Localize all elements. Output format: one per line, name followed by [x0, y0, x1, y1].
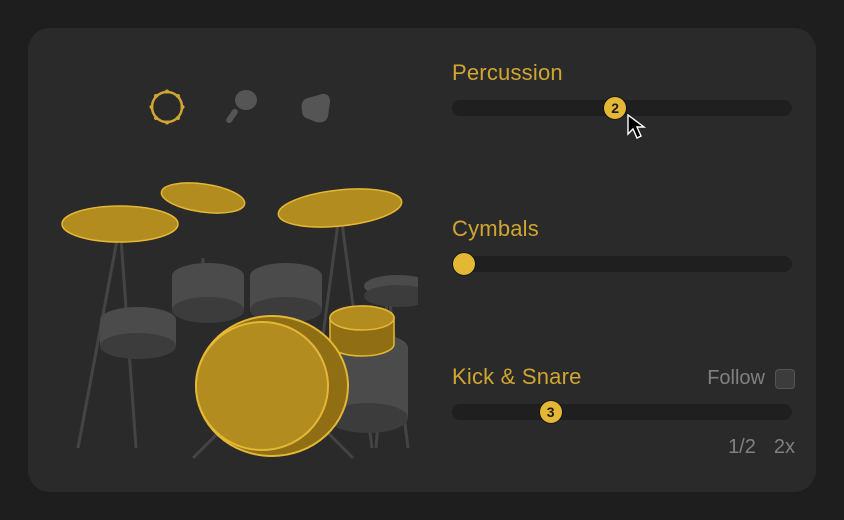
kick-snare-slider[interactable]: 3: [452, 404, 792, 420]
cymbals-slider-thumb[interactable]: [453, 253, 475, 275]
kick-snare-slider-badge: 3: [540, 401, 562, 423]
percussion-slider-badge: 2: [604, 97, 626, 119]
cymbals-label: Cymbals: [452, 216, 795, 242]
follow-label: Follow: [707, 367, 765, 390]
percussion-icon-row: [146, 86, 336, 128]
percussion-label: Percussion: [452, 60, 795, 86]
follow-group: Follow: [707, 367, 795, 390]
shaker-icon[interactable]: [220, 86, 262, 128]
kick-snare-slider-thumb[interactable]: 3: [540, 401, 562, 423]
follow-checkbox[interactable]: [775, 369, 795, 389]
kick-snare-label: Kick & Snare: [452, 364, 582, 390]
percussion-slider[interactable]: 2: [452, 100, 792, 116]
rate-half[interactable]: 1/2: [728, 436, 756, 459]
clap-icon[interactable]: [294, 86, 336, 128]
tambourine-icon[interactable]: [146, 86, 188, 128]
drummer-panel: Percussion 2 Cymbals Kick & Snare Follow…: [28, 28, 816, 492]
rate-double[interactable]: 2x: [774, 436, 795, 459]
rate-row: 1/2 2x: [452, 436, 795, 459]
percussion-slider-thumb[interactable]: 2: [604, 97, 626, 119]
cymbals-slider[interactable]: [452, 256, 792, 272]
drum-kit-graphic[interactable]: [58, 168, 418, 468]
controls-column: Percussion 2 Cymbals Kick & Snare Follow…: [452, 60, 795, 459]
